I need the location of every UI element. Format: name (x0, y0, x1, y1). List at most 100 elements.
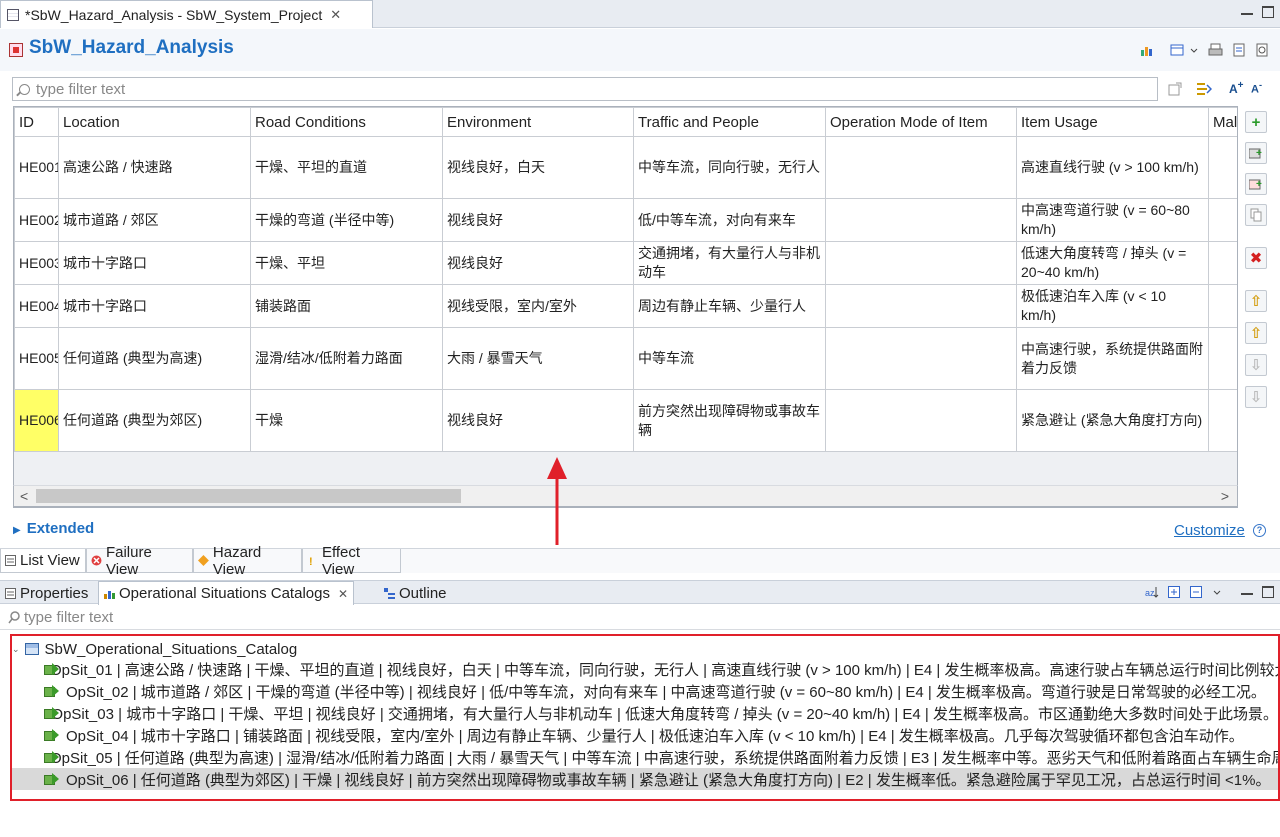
cell-traffic[interactable]: 交通拥堵，有大量行人与非机动车 (633, 241, 826, 285)
cell-road[interactable]: 干燥、平坦的直道 (250, 136, 443, 199)
tab-list-view[interactable]: List View (0, 549, 86, 573)
cell-usage[interactable]: 中高速行驶，系统提供路面附着力反馈 (1016, 327, 1209, 390)
sort-icon[interactable]: az (1145, 585, 1159, 599)
cell-id[interactable]: HE005 (14, 327, 59, 390)
cell-usage[interactable]: 低速大角度转弯 / 掉头 (v = 20~40 km/h) (1016, 241, 1209, 285)
column-header-id[interactable]: ID (14, 107, 59, 137)
filter-input[interactable] (36, 80, 1136, 98)
column-header-item-usage[interactable]: Item Usage (1016, 107, 1209, 137)
copy-row-button[interactable] (1245, 204, 1267, 226)
cell-mal[interactable] (1208, 327, 1237, 390)
cell-environment[interactable]: 视线良好，白天 (442, 136, 634, 199)
cell-mode[interactable] (825, 284, 1017, 328)
cell-environment[interactable]: 视线良好 (442, 198, 634, 242)
cell-mal[interactable] (1208, 389, 1237, 452)
cell-location[interactable]: 任何道路 (典型为郊区) (58, 389, 251, 452)
cell-mode[interactable] (825, 198, 1017, 242)
font-increase-icon[interactable]: A+ (1229, 80, 1244, 96)
tab-effect-view[interactable]: ! Effect View (302, 544, 401, 578)
cell-location[interactable]: 城市道路 / 郊区 (58, 198, 251, 242)
cell-road[interactable]: 干燥的弯道 (半径中等) (250, 198, 443, 242)
move-top-button[interactable]: ⇧ (1245, 290, 1267, 312)
minimize-icon[interactable] (1241, 586, 1253, 595)
cell-location[interactable]: 城市十字路口 (58, 284, 251, 328)
table-row[interactable]: HE004 城市十字路口 铺装路面 视线受限，室内/室外 周边有静止车辆、少量行… (14, 284, 1237, 328)
table-row[interactable]: HE001 高速公路 / 快速路 干燥、平坦的直道 视线良好，白天 中等车流，同… (14, 136, 1237, 199)
extended-section-toggle[interactable]: ▶ Extended (13, 520, 94, 537)
cell-mal[interactable] (1208, 241, 1237, 285)
duplicate-row-button[interactable]: + (1245, 173, 1267, 195)
help-icon[interactable]: ? (1253, 524, 1266, 537)
cell-road[interactable]: 铺装路面 (250, 284, 443, 328)
export-icon[interactable] (1232, 43, 1247, 57)
move-down-button[interactable]: ⇩ (1245, 354, 1267, 376)
layout-icon[interactable] (1170, 43, 1185, 57)
close-icon[interactable]: ✕ (330, 7, 341, 23)
cell-location[interactable]: 任何道路 (典型为高速) (58, 327, 251, 390)
maximize-icon[interactable] (1262, 586, 1274, 598)
tree-item-opsit-04[interactable]: OpSit_04 | 城市十字路口 | 铺装路面 | 视线受限，室内/室外 | … (12, 724, 1278, 746)
customize-link[interactable]: Customize (1174, 522, 1245, 539)
cell-environment[interactable]: 大雨 / 暴雪天气 (442, 327, 634, 390)
cell-traffic[interactable]: 周边有静止车辆、少量行人 (633, 284, 826, 328)
filter-input-box[interactable] (12, 77, 1158, 101)
cell-traffic[interactable]: 中等车流 (633, 327, 826, 390)
tree-item-opsit-06[interactable]: OpSit_06 | 任何道路 (典型为郊区) | 干燥 | 视线良好 | 前方… (12, 768, 1278, 790)
catalog-filter-box[interactable] (0, 606, 1280, 630)
delete-row-button[interactable]: ✖ (1245, 247, 1267, 269)
tab-hazard-view[interactable]: Hazard View (193, 544, 302, 578)
cell-mal[interactable] (1208, 198, 1237, 242)
expand-all-icon[interactable] (1168, 586, 1180, 598)
cell-environment[interactable]: 视线受限，室内/室外 (442, 284, 634, 328)
table-row[interactable]: HE005 任何道路 (典型为高速) 湿滑/结冰/低附着力路面 大雨 / 暴雪天… (14, 327, 1237, 390)
column-header-location[interactable]: Location (58, 107, 251, 137)
cell-mode[interactable] (825, 327, 1017, 390)
font-decrease-icon[interactable]: A- (1251, 80, 1262, 96)
cell-location[interactable]: 城市十字路口 (58, 241, 251, 285)
column-header-road-conditions[interactable]: Road Conditions (250, 107, 443, 137)
cell-traffic[interactable]: 前方突然出现障碍物或事故车辆 (633, 389, 826, 452)
cell-mode[interactable] (825, 136, 1017, 199)
chevron-down-icon[interactable]: ⌄ (12, 644, 20, 655)
cell-mal[interactable] (1208, 284, 1237, 328)
tree-root-catalog[interactable]: ⌄ SbW_Operational_Situations_Catalog (12, 638, 297, 660)
move-bottom-button[interactable]: ⇩ (1245, 386, 1267, 408)
scroll-right-icon[interactable]: > (1221, 488, 1229, 504)
cell-mal[interactable] (1208, 136, 1237, 199)
cell-road[interactable]: 干燥、平坦 (250, 241, 443, 285)
cell-usage[interactable]: 极低速泊车入库 (v < 10 km/h) (1016, 284, 1209, 328)
cell-road[interactable]: 湿滑/结冰/低附着力路面 (250, 327, 443, 390)
tab-failure-view[interactable]: Failure View (86, 544, 193, 578)
tab-outline[interactable]: Outline (379, 581, 452, 605)
cell-usage[interactable]: 紧急避让 (紧急大角度打方向) (1016, 389, 1209, 452)
cell-usage[interactable]: 高速直线行驶 (v > 100 km/h) (1016, 136, 1209, 199)
column-header-mal[interactable]: Mal (1208, 107, 1237, 137)
scrollbar-thumb[interactable] (36, 489, 461, 503)
column-header-traffic[interactable]: Traffic and People (633, 107, 826, 137)
cell-traffic[interactable]: 低/中等车流，对向有来车 (633, 198, 826, 242)
chart-icon[interactable] (1140, 43, 1155, 57)
cell-traffic[interactable]: 中等车流，同向行驶，无行人 (633, 136, 826, 199)
column-header-operation-mode[interactable]: Operation Mode of Item (825, 107, 1017, 137)
cell-usage[interactable]: 中高速弯道行驶 (v = 60~80 km/h) (1016, 198, 1209, 242)
filter-options-icon[interactable] (1196, 81, 1212, 97)
cell-mode[interactable] (825, 389, 1017, 452)
cell-id[interactable]: HE001 (14, 136, 59, 199)
cell-id[interactable]: HE003 (14, 241, 59, 285)
settings-icon[interactable] (1255, 43, 1270, 57)
chevron-down-icon[interactable] (1190, 43, 1198, 57)
horizontal-scrollbar[interactable]: < > (13, 485, 1238, 507)
cell-id[interactable]: HE006 (14, 389, 59, 452)
scroll-left-icon[interactable]: < (20, 488, 28, 504)
minimize-icon[interactable] (1241, 6, 1253, 15)
collapse-all-icon[interactable] (1190, 586, 1202, 598)
cell-environment[interactable]: 视线良好 (442, 389, 634, 452)
cell-id[interactable]: HE004 (14, 284, 59, 328)
cell-mode[interactable] (825, 241, 1017, 285)
add-row-button[interactable]: + (1245, 111, 1267, 133)
catalog-filter-input[interactable] (24, 609, 1224, 626)
cell-location[interactable]: 高速公路 / 快速路 (58, 136, 251, 199)
maximize-icon[interactable] (1262, 6, 1274, 18)
tree-item-opsit-03[interactable]: OpSit_03 | 城市十字路口 | 干燥、平坦 | 视线良好 | 交通拥堵，… (12, 702, 1278, 724)
tree-item-opsit-02[interactable]: OpSit_02 | 城市道路 / 郊区 | 干燥的弯道 (半径中等) | 视线… (12, 680, 1278, 702)
